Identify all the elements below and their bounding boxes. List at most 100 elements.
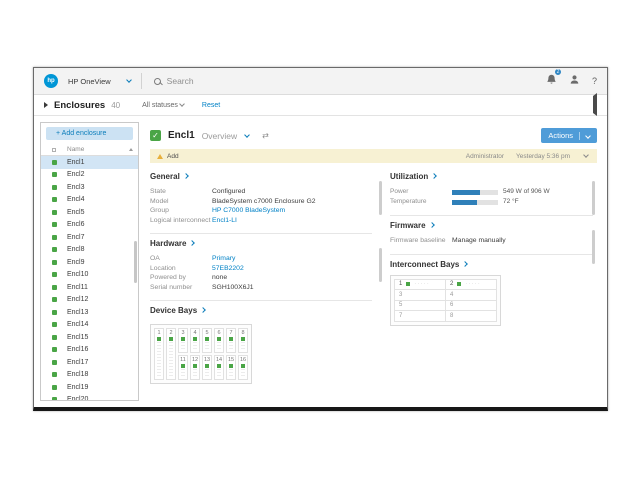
utilization-bar (452, 190, 498, 195)
status-ok-icon (193, 364, 197, 368)
actions-button[interactable]: Actions (541, 128, 597, 143)
device-bay[interactable]: 4 (190, 328, 200, 353)
scrollbar[interactable] (379, 248, 383, 282)
list-item[interactable]: Encl7 (41, 231, 138, 244)
sidebar-scrollbar[interactable] (134, 241, 137, 283)
field-value-link[interactable]: Primary (212, 254, 235, 264)
status-ok-icon (52, 347, 57, 352)
list-item[interactable]: Encl5 (41, 206, 138, 219)
list-header[interactable]: Name (41, 144, 138, 156)
utilization-row: Power549 W of 906 W (390, 187, 593, 197)
collapse-panel-button[interactable] (593, 96, 597, 114)
device-bay[interactable]: 3 (178, 328, 188, 353)
device-bay[interactable]: 7 (226, 328, 236, 353)
scrollbar[interactable] (379, 181, 383, 215)
interconnect-bay[interactable]: 8 (446, 311, 497, 322)
firmware-section-link[interactable]: Firmware (390, 221, 593, 230)
interconnect-bays-section: Interconnect Bays 12 3 45678 (390, 255, 593, 339)
device-bay[interactable]: 16 (238, 355, 248, 380)
interconnect-bay[interactable]: 4 (446, 290, 497, 301)
field-value-link[interactable]: HP C7000 BladeSystem (212, 206, 285, 216)
device-bays-section-link[interactable]: Device Bays (150, 306, 372, 315)
enclosure-name: Encl18 (67, 371, 88, 378)
list-item[interactable]: Encl2 (41, 169, 138, 182)
interconnect-bay[interactable]: 1 (395, 279, 446, 290)
search-input[interactable]: Search (150, 76, 538, 86)
list-item[interactable]: Encl16 (41, 344, 138, 357)
main-menu-icon[interactable] (44, 102, 48, 108)
interconnect-bays-section-link[interactable]: Interconnect Bays (390, 260, 593, 269)
device-bay-column: 1 (154, 328, 164, 380)
bay-number: 3 (399, 292, 402, 298)
enclosure-name: Encl1 (67, 159, 85, 166)
status-ok-icon (52, 372, 57, 377)
info-row: Firmware baselineManage manually (390, 236, 593, 246)
list-item[interactable]: Encl15 (41, 331, 138, 344)
info-row: ModelBladeSystem c7000 Enclosure G2 (150, 197, 372, 207)
field-value-link[interactable]: 57EB2202 (212, 264, 244, 274)
device-bay-column: 412 (190, 328, 200, 380)
interconnect-bay[interactable]: 2 (446, 279, 497, 290)
device-bay[interactable]: 15 (226, 355, 236, 380)
notifications-button[interactable]: 2 (546, 72, 557, 90)
device-bay[interactable]: 8 (238, 328, 248, 353)
scrollbar[interactable] (592, 181, 596, 215)
device-bay[interactable]: 11 (178, 355, 188, 380)
module-ports-graphic (414, 281, 430, 287)
status-ok-icon (52, 160, 57, 165)
general-section-link[interactable]: General (150, 172, 372, 181)
interconnect-bay[interactable]: 3 (395, 290, 446, 301)
device-bay[interactable]: 5 (202, 328, 212, 353)
list-item[interactable]: Encl11 (41, 281, 138, 294)
reset-filter-link[interactable]: Reset (202, 102, 220, 109)
status-filter-dropdown[interactable]: All statuses (142, 102, 186, 109)
list-item[interactable]: Encl10 (41, 269, 138, 282)
list-item[interactable]: Encl17 (41, 356, 138, 369)
list-item[interactable]: Encl9 (41, 256, 138, 269)
utilization-section-link[interactable]: Utilization (390, 172, 593, 181)
list-item[interactable]: Encl13 (41, 306, 138, 319)
status-ok-icon (52, 310, 57, 315)
list-item[interactable]: Encl4 (41, 194, 138, 207)
add-enclosure-button[interactable]: + Add enclosure (46, 127, 133, 140)
list-item[interactable]: Encl6 (41, 219, 138, 232)
status-ok-icon (52, 260, 57, 265)
bay-number: 11 (180, 357, 186, 363)
view-selector[interactable]: Overview (202, 131, 251, 141)
list-item[interactable]: Encl12 (41, 294, 138, 307)
device-bay[interactable]: 13 (202, 355, 212, 380)
field-label: Powered by (150, 273, 212, 283)
list-item[interactable]: Encl18 (41, 369, 138, 382)
status-ok-icon (52, 210, 57, 215)
activity-banner[interactable]: Add Administrator Yesterday 5:36 pm (150, 149, 597, 163)
field-value-link[interactable]: Encl1-LI (212, 216, 237, 226)
user-menu-button[interactable] (569, 72, 580, 90)
list-item[interactable]: Encl20 (41, 394, 138, 401)
enclosure-title: Encl1 (168, 130, 195, 141)
field-value: BladeSystem c7000 Enclosure G2 (212, 197, 316, 207)
device-bay[interactable]: 12 (190, 355, 200, 380)
blade-front-graphic (181, 369, 185, 378)
help-button[interactable]: ? (592, 76, 597, 86)
list-item[interactable]: Encl14 (41, 319, 138, 332)
list-item[interactable]: Encl19 (41, 381, 138, 394)
interconnect-bays-diagram: 12 3 45678 (390, 275, 501, 326)
device-bay[interactable]: 2 (166, 328, 176, 380)
interconnect-bay[interactable]: 7 (395, 311, 446, 322)
hardware-section-link[interactable]: Hardware (150, 239, 372, 248)
arrow-right-icon (431, 173, 437, 179)
relationships-map-icon[interactable] (262, 131, 269, 140)
device-bay[interactable]: 6 (214, 328, 224, 353)
chevron-down-icon[interactable] (126, 77, 132, 83)
list-item[interactable]: Encl8 (41, 244, 138, 257)
enclosure-name: Encl10 (67, 271, 88, 278)
enclosure-name: Encl19 (67, 384, 88, 391)
enclosure-name: Encl16 (67, 346, 88, 353)
device-bay[interactable]: 1 (154, 328, 164, 380)
list-item[interactable]: Encl1 (41, 156, 138, 169)
device-bay[interactable]: 14 (214, 355, 224, 380)
list-item[interactable]: Encl3 (41, 181, 138, 194)
interconnect-bay[interactable]: 6 (446, 300, 497, 311)
chevron-down-icon (583, 152, 589, 158)
interconnect-bay[interactable]: 5 (395, 300, 446, 311)
